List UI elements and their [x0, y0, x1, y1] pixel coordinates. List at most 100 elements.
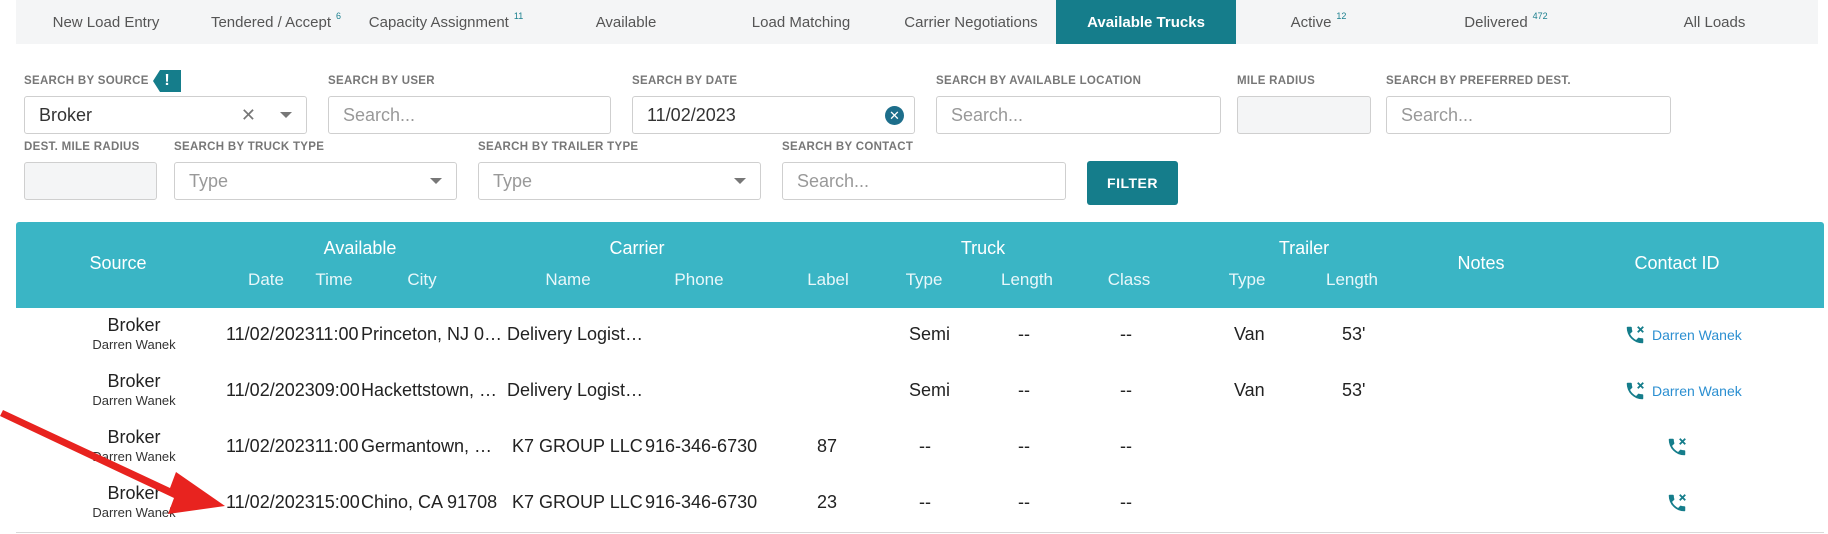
mile-radius-label: MILE RADIUS [1237, 75, 1316, 87]
tab-available[interactable]: Available [536, 0, 716, 44]
clear-date-icon[interactable]: ✕ [885, 105, 904, 125]
tab-label: Available [595, 13, 657, 31]
date-input[interactable]: 11/02/2023 ✕ [632, 96, 915, 134]
truck-length: -- [1018, 324, 1030, 344]
tab-count-badge: 6 [336, 11, 342, 21]
user-filter-label: SEARCH BY USER [328, 75, 435, 87]
header-trailer: Trailer [1278, 238, 1330, 258]
table-row[interactable]: Broker Darren Wanek 11/02/202311:00 Princ… [16, 308, 1824, 365]
trailer-type-placeholder: Type [493, 170, 533, 191]
tab-label: Carrier Negotiations [904, 13, 1038, 31]
tab-available-trucks[interactable]: Available Trucks [1056, 0, 1236, 44]
header-carrier: Carrier [609, 238, 665, 258]
source-filter-label: SEARCH BY SOURCE [24, 75, 149, 87]
chevron-down-icon[interactable] [280, 112, 292, 118]
available-city: Germantown, … [361, 436, 493, 456]
source-cell: Broker Darren Wanek [59, 364, 209, 408]
carrier-name: Delivery Logist… [507, 324, 644, 344]
pref-dest-search-input[interactable]: Search... [1386, 96, 1671, 134]
table-row[interactable]: Broker Darren Wanek 11/02/202315:00 Chino… [16, 476, 1824, 533]
tab-count-badge: 472 [1532, 11, 1548, 21]
available-datetime: 11/02/202311:00 [226, 436, 359, 456]
tab-active[interactable]: Active 12 [1236, 0, 1401, 44]
header-truck-class[interactable]: Class [1108, 270, 1151, 290]
tab-count-badge: 11 [513, 11, 524, 21]
tab-label: New Load Entry [52, 13, 160, 31]
header-notes[interactable]: Notes [1457, 253, 1504, 274]
tab-label: Tendered / Accept [210, 13, 332, 31]
tab-capacity-assignment[interactable]: Capacity Assignment 11 [356, 0, 536, 44]
phone-icon[interactable] [1666, 436, 1688, 458]
contact-link[interactable] [1666, 492, 1688, 514]
contact-link[interactable] [1666, 436, 1688, 458]
phone-icon[interactable] [1666, 492, 1688, 514]
header-name[interactable]: Name [545, 270, 590, 290]
contact-filter-label: SEARCH BY CONTACT [782, 141, 914, 153]
mile-radius-input[interactable] [1237, 96, 1371, 134]
table-row[interactable]: Broker Darren Wanek 11/02/202311:00 Germa… [16, 420, 1824, 477]
truck-type: Semi [909, 324, 951, 344]
chevron-down-icon[interactable] [430, 178, 442, 184]
trailer-type-label: SEARCH BY TRAILER TYPE [478, 141, 639, 153]
header-source[interactable]: Source [89, 253, 146, 274]
chevron-down-icon[interactable] [734, 178, 746, 184]
tab-label: Delivered [1464, 13, 1528, 31]
header-phone[interactable]: Phone [674, 270, 723, 290]
header-label[interactable]: Label [807, 270, 849, 290]
tab-tendered-accept[interactable]: Tendered / Accept 6 [196, 0, 356, 44]
trailer-length: 53' [1342, 380, 1366, 400]
tab-label: Load Matching [751, 13, 851, 31]
location-search-placeholder: Search... [951, 104, 1024, 125]
pref-dest-placeholder: Search... [1401, 104, 1474, 125]
pref-dest-label: SEARCH BY PREFERRED DEST. [1386, 75, 1571, 87]
available-datetime: 11/02/202315:00 [226, 492, 360, 512]
phone-icon [1624, 380, 1646, 402]
source-user: Darren Wanek [92, 393, 176, 408]
trailer-type-select[interactable]: Type [478, 162, 761, 200]
contact-search-input[interactable]: Search... [782, 162, 1066, 200]
source-select[interactable]: Broker ✕ [24, 96, 307, 134]
tab-carrier-negotiations[interactable]: Carrier Negotiations [886, 0, 1056, 44]
header-truck-length[interactable]: Length [1001, 270, 1053, 290]
contact-name[interactable]: Darren Wanek [1652, 383, 1742, 399]
available-datetime: 11/02/202309:00 [226, 380, 360, 400]
header-city[interactable]: City [407, 270, 436, 290]
header-truck: Truck [960, 238, 1006, 258]
tab-bar: New Load Entry Tendered / Accept 6 Capaci… [16, 0, 1818, 44]
dest-radius-input[interactable] [24, 162, 157, 200]
carrier-name: K7 GROUP LLC [512, 436, 643, 456]
tab-delivered[interactable]: Delivered 472 [1401, 0, 1611, 44]
contact-search-placeholder: Search... [797, 170, 870, 191]
truck-type: -- [919, 492, 931, 512]
header-truck-type[interactable]: Type [906, 270, 943, 290]
truck-class: -- [1120, 436, 1132, 456]
table-row[interactable]: Broker Darren Wanek 11/02/202309:00 Hacke… [16, 364, 1824, 421]
header-time[interactable]: Time [315, 270, 352, 290]
header-trailer-type[interactable]: Type [1229, 270, 1266, 290]
contact-link[interactable]: Darren Wanek [1624, 324, 1742, 346]
user-search-input[interactable]: Search... [328, 96, 611, 134]
source-value: Broker [107, 371, 161, 391]
truck-type-select[interactable]: Type [174, 162, 457, 200]
header-trailer-length[interactable]: Length [1326, 270, 1378, 290]
carrier-name: K7 GROUP LLC [512, 492, 643, 512]
carrier-phone: 916-346-6730 [645, 436, 758, 456]
source-select-value: Broker [39, 104, 93, 125]
location-search-input[interactable]: Search... [936, 96, 1221, 134]
filter-button[interactable]: FILTER [1087, 161, 1178, 205]
contact-name[interactable]: Darren Wanek [1652, 327, 1742, 343]
tab-label: Active [1290, 13, 1332, 31]
clear-x-icon[interactable]: ✕ [241, 105, 256, 126]
tab-new-load-entry[interactable]: New Load Entry [16, 0, 196, 44]
tab-load-matching[interactable]: Load Matching [716, 0, 886, 44]
info-icon[interactable]: ! [153, 70, 181, 92]
header-contact-id[interactable]: Contact ID [1634, 253, 1719, 274]
trailer-type: Van [1234, 324, 1265, 344]
tab-label: Capacity Assignment [368, 13, 509, 31]
source-value: Broker [107, 315, 161, 335]
header-date[interactable]: Date [248, 270, 284, 290]
truck-length: -- [1018, 436, 1030, 456]
contact-link[interactable]: Darren Wanek [1624, 380, 1742, 402]
tab-all-loads[interactable]: All Loads [1611, 0, 1818, 44]
available-city: Chino, CA 91708 [361, 492, 498, 512]
